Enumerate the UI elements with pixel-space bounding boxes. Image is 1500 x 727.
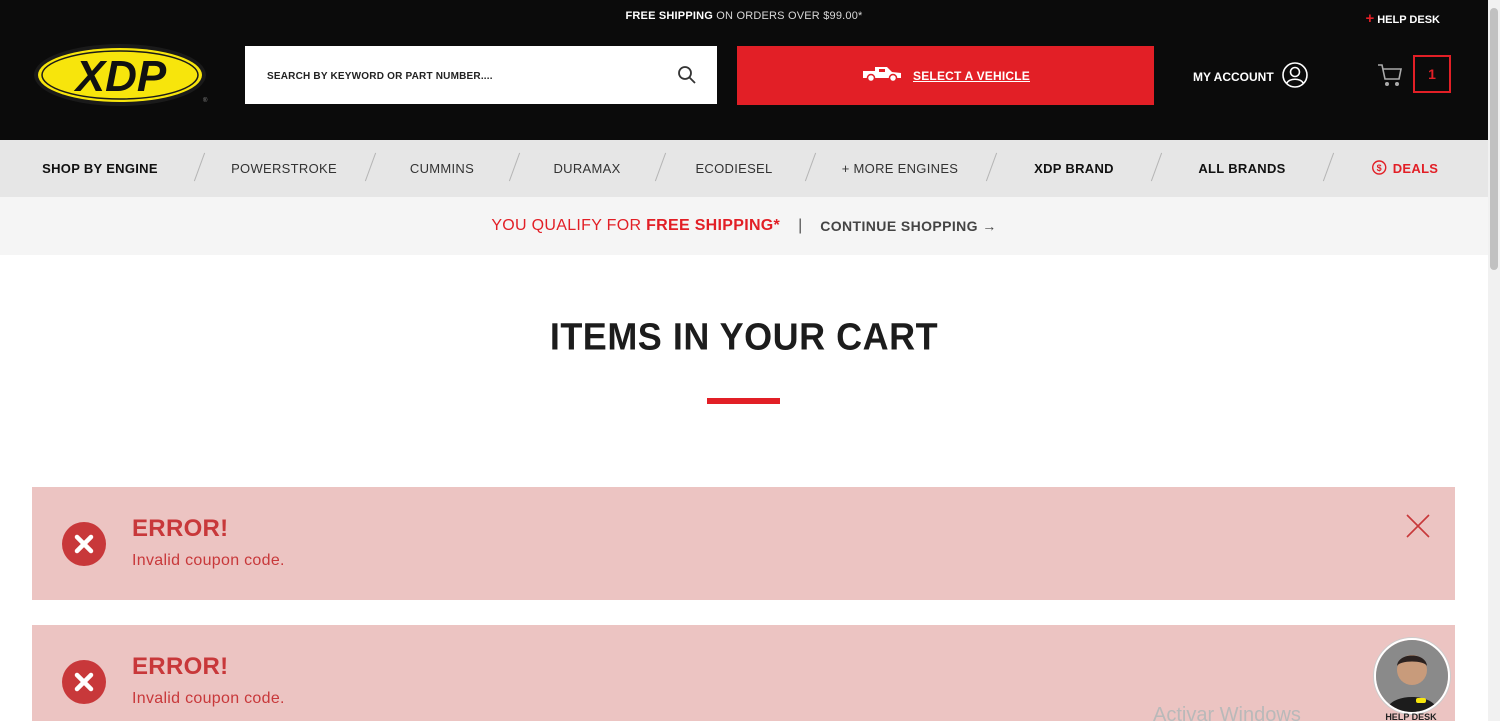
nav-shop-by-engine[interactable]: SHOP BY ENGINE [42,140,158,197]
svg-text:®: ® [203,97,208,104]
error-icon [62,522,106,566]
deals-label: DEALS [1392,161,1439,176]
nav-separator [804,152,817,182]
error-message: Invalid coupon code. [132,690,285,707]
arrow-right-icon: → [982,218,997,234]
nav-xdp-brand[interactable]: XDP BRAND [1034,140,1114,197]
nav-ecodiesel[interactable]: ECODIESEL [695,140,772,197]
promo-banner: FREE SHIPPING ON ORDERS OVER $99.00* [0,10,1488,22]
dollar-icon: $ [1372,160,1393,176]
cart-icon[interactable] [1377,62,1403,93]
nav-cummins[interactable]: CUMMINS [410,140,474,197]
site-header: FREE SHIPPING ON ORDERS OVER $99.00* + HE… [0,0,1488,140]
plus-icon: + [1365,10,1375,27]
main-nav: SHOP BY ENGINE POWERSTROKE CUMMINS DURAM… [0,140,1488,197]
free-shipping-label: FREE SHIPPING* [646,217,781,234]
select-vehicle-button[interactable]: SELECT A VEHICLE [737,46,1154,105]
nav-more-engines[interactable]: + MORE ENGINES [842,140,959,197]
windows-watermark: Activar Windows [1153,704,1301,726]
promo-bold: FREE SHIPPING [625,10,714,22]
continue-shopping-label: CONTINUE SHOPPING [820,218,978,234]
cart-count-badge[interactable]: 1 [1413,55,1451,93]
select-vehicle-label: SELECT A VEHICLE [913,68,1030,83]
nav-duramax[interactable]: DURAMAX [553,140,620,197]
error-title: ERROR! [132,515,229,542]
scrollbar-thumb[interactable] [1490,8,1498,270]
nav-powerstroke[interactable]: POWERSTROKE [231,140,337,197]
nav-separator [985,152,998,182]
help-desk-link[interactable]: + HELP DESK [1365,10,1440,27]
nav-separator [654,152,667,182]
search-icon[interactable] [677,65,697,85]
error-message: Invalid coupon code. [132,552,285,569]
nav-separator [1150,152,1163,182]
title-underline [707,398,780,404]
help-desk-chat-avatar[interactable] [1374,638,1450,714]
search-input[interactable] [265,65,649,87]
nav-separator [364,152,377,182]
my-account-link[interactable]: MY ACCOUNT [1193,62,1308,91]
close-icon[interactable] [1405,513,1431,539]
xdp-logo[interactable]: XDP ® [33,40,209,110]
free-shipping-bar: YOU QUALIFY FOR FREE SHIPPING* | CONTINU… [0,197,1488,255]
nav-all-brands[interactable]: ALL BRANDS [1198,140,1285,197]
nav-separator [1322,152,1335,182]
help-desk-label: HELP DESK [1377,14,1440,26]
svg-text:$: $ [1377,163,1382,173]
continue-shopping-link[interactable]: CONTINUE SHOPPING → [820,218,996,234]
user-icon [1274,62,1308,91]
search-box [245,46,717,104]
error-title: ERROR! [132,653,229,680]
promo-text: ON ORDERS OVER $99.00* [713,10,863,22]
account-label: MY ACCOUNT [1193,69,1274,84]
truck-icon [861,64,903,87]
nav-separator [508,152,521,182]
nav-deals[interactable]: $ DEALS [1372,140,1439,197]
page-title: ITEMS IN YOUR CART [549,314,939,358]
qualify-text: YOU QUALIFY FOR FREE SHIPPING* [491,217,780,235]
error-icon [62,660,106,704]
shipping-divider: | [798,217,803,234]
logo-text: XDP [73,52,167,101]
error-alert: ERROR! Invalid coupon code. [32,487,1455,600]
nav-separator [193,152,206,182]
qualify-label: YOU QUALIFY FOR [491,217,647,234]
